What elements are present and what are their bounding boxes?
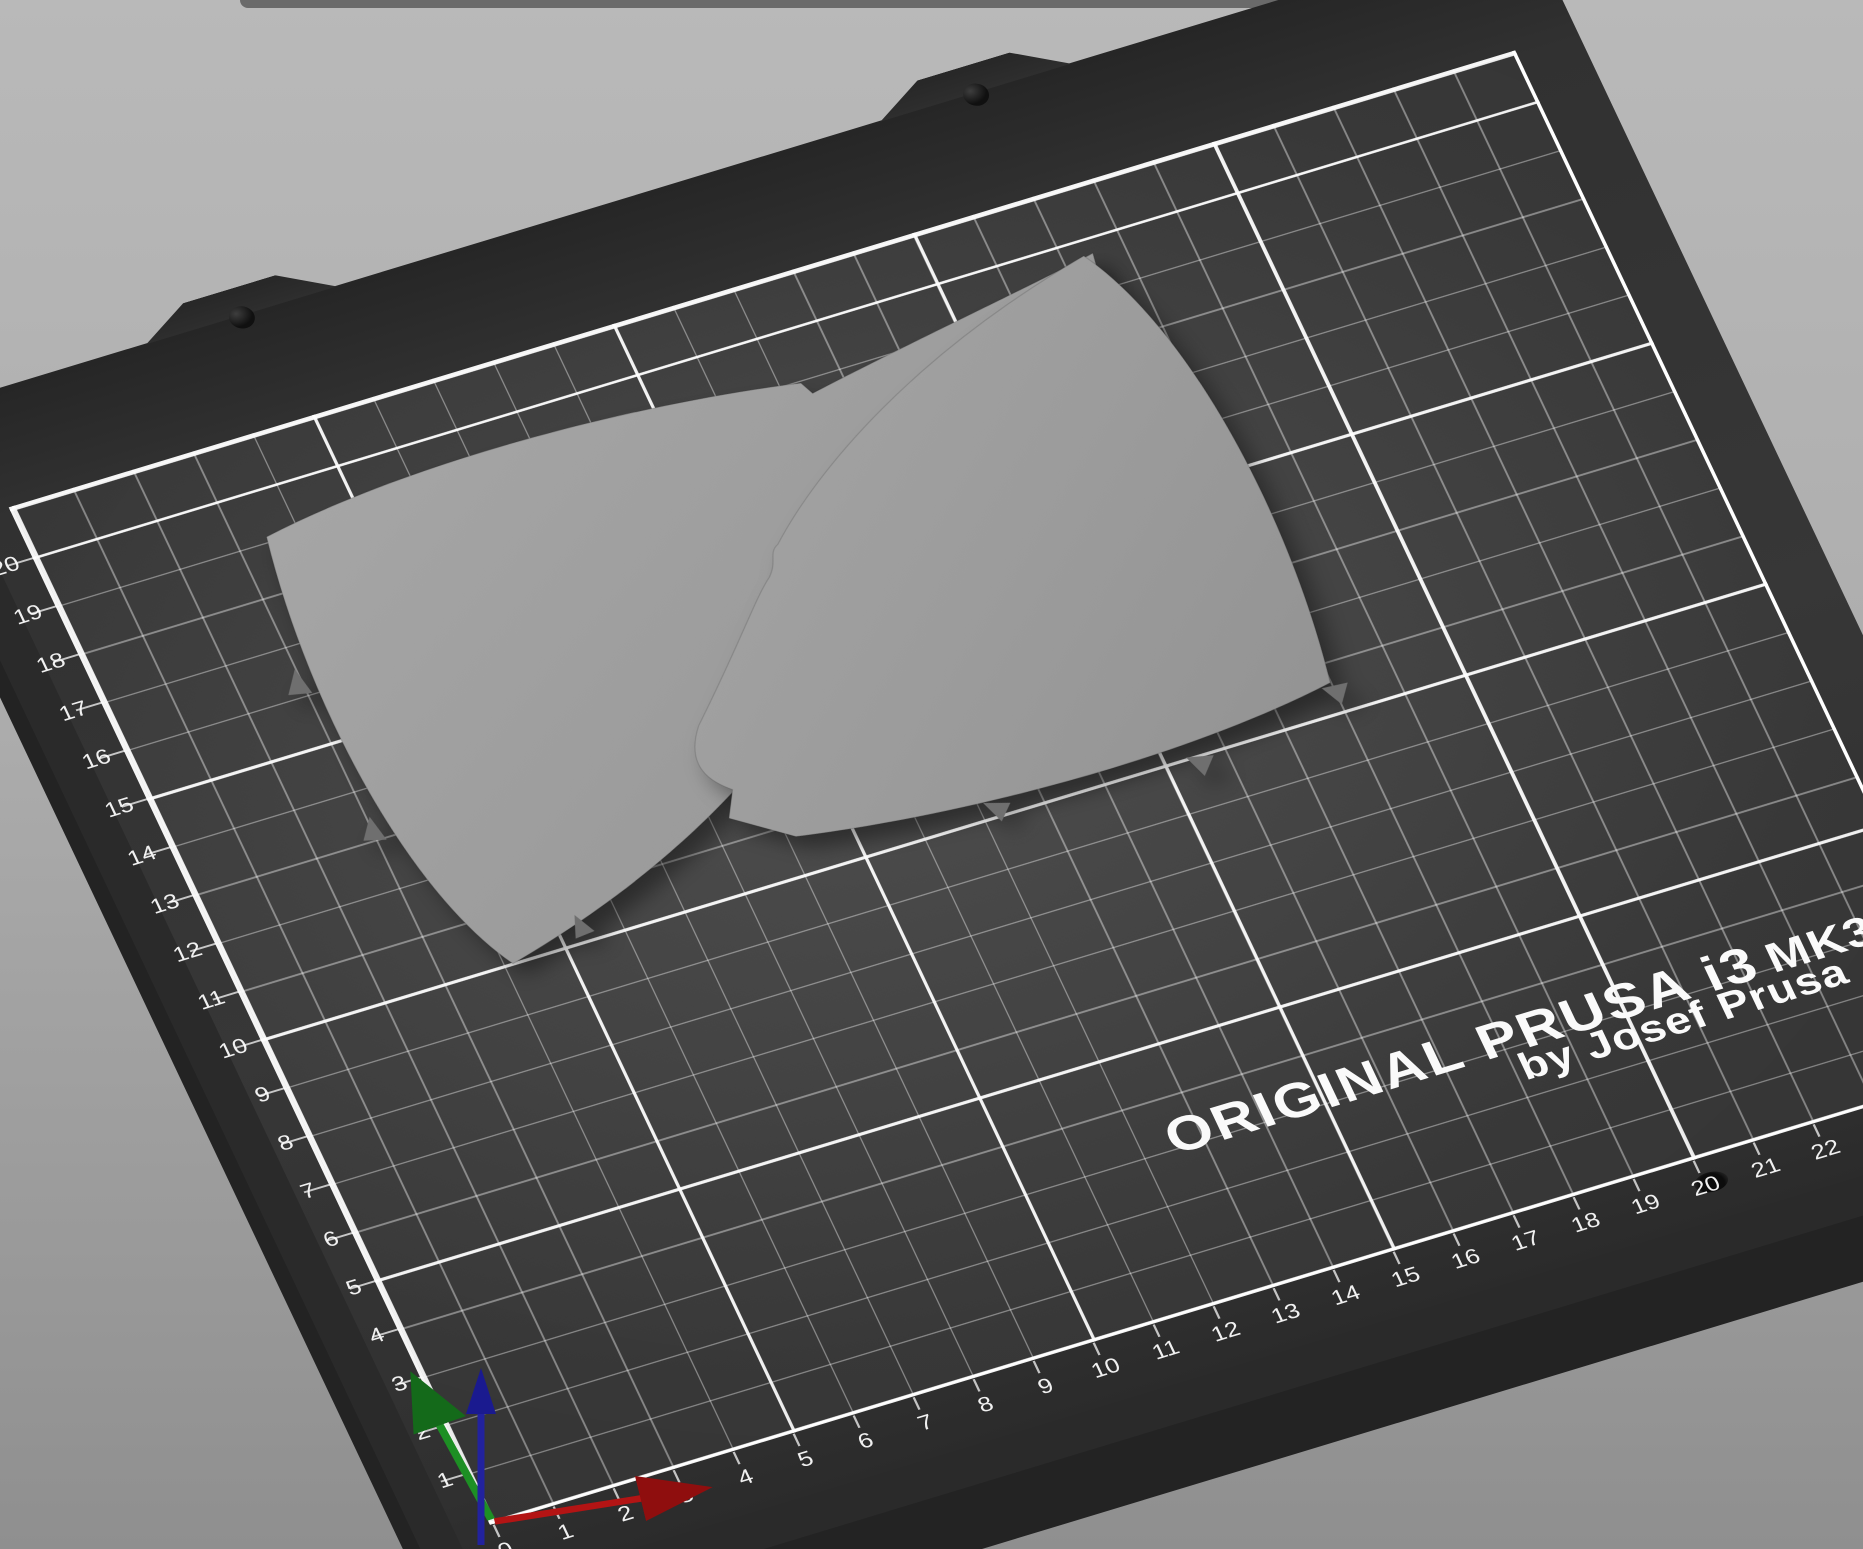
x-axis-tick xyxy=(672,1469,681,1483)
x-axis-tick xyxy=(792,1433,801,1447)
x-axis-label: 11 xyxy=(1147,1334,1184,1365)
x-axis-tick xyxy=(552,1506,561,1520)
x-axis-tick xyxy=(1632,1178,1641,1192)
x-axis-tick xyxy=(1212,1306,1221,1319)
x-axis-label: 13 xyxy=(1266,1298,1305,1329)
x-axis-label: 12 xyxy=(1206,1316,1245,1347)
bed-mount-tab-left xyxy=(134,260,337,344)
x-axis-label: 18 xyxy=(1566,1207,1605,1238)
x-axis-tick xyxy=(732,1451,741,1465)
x-axis-tick xyxy=(1032,1360,1041,1374)
x-axis-tick xyxy=(1332,1269,1341,1283)
x-axis-tick xyxy=(1392,1251,1401,1265)
toolbar-edge xyxy=(240,0,1310,8)
x-axis-label: 14 xyxy=(1326,1279,1365,1310)
x-axis-label: 10 xyxy=(1086,1352,1125,1383)
x-axis-label: 21 xyxy=(1746,1152,1785,1183)
x-axis-label: 2 xyxy=(613,1500,638,1527)
x-axis-tick xyxy=(852,1415,861,1429)
x-axis-label: 17 xyxy=(1506,1225,1545,1256)
x-axis-tick xyxy=(1692,1160,1701,1174)
viewport-3d[interactable]: 1234567891011121314151617181920 01234567… xyxy=(0,0,1863,1549)
x-axis-tick xyxy=(612,1488,621,1501)
x-axis-tick xyxy=(1452,1233,1461,1247)
x-axis-tick xyxy=(1812,1124,1821,1137)
x-axis-tick xyxy=(1512,1215,1521,1228)
x-axis-label: 1 xyxy=(553,1518,578,1545)
x-axis-label: 20 xyxy=(1686,1170,1725,1201)
x-axis-tick xyxy=(1752,1142,1761,1156)
x-axis-tick xyxy=(1152,1324,1161,1338)
x-axis-label: 6 xyxy=(853,1427,878,1454)
x-axis-label: 15 xyxy=(1386,1261,1425,1292)
x-axis-label: 3 xyxy=(673,1482,698,1509)
bed-mount-tab-middle xyxy=(868,38,1071,122)
x-axis-tick xyxy=(1272,1287,1281,1301)
x-axis-tick xyxy=(1572,1196,1581,1210)
x-axis-label: 7 xyxy=(913,1409,938,1436)
bed-plane: 1234567891011121314151617181920 01234567… xyxy=(0,0,1863,1549)
x-axis-label: 8 xyxy=(973,1391,998,1418)
x-axis-label: 16 xyxy=(1446,1243,1485,1274)
x-axis-tick xyxy=(1092,1342,1101,1356)
x-axis-label: 5 xyxy=(793,1445,818,1472)
x-axis-label: 4 xyxy=(733,1463,758,1490)
x-axis-tick xyxy=(492,1524,501,1538)
x-axis-label: 0 xyxy=(477,1533,534,1549)
x-axis-label: 22 xyxy=(1806,1134,1845,1165)
x-axis-tick xyxy=(912,1397,921,1410)
x-axis-label: 9 xyxy=(1033,1372,1058,1399)
x-axis-tick xyxy=(972,1378,981,1392)
x-axis-label: 19 xyxy=(1626,1188,1665,1219)
